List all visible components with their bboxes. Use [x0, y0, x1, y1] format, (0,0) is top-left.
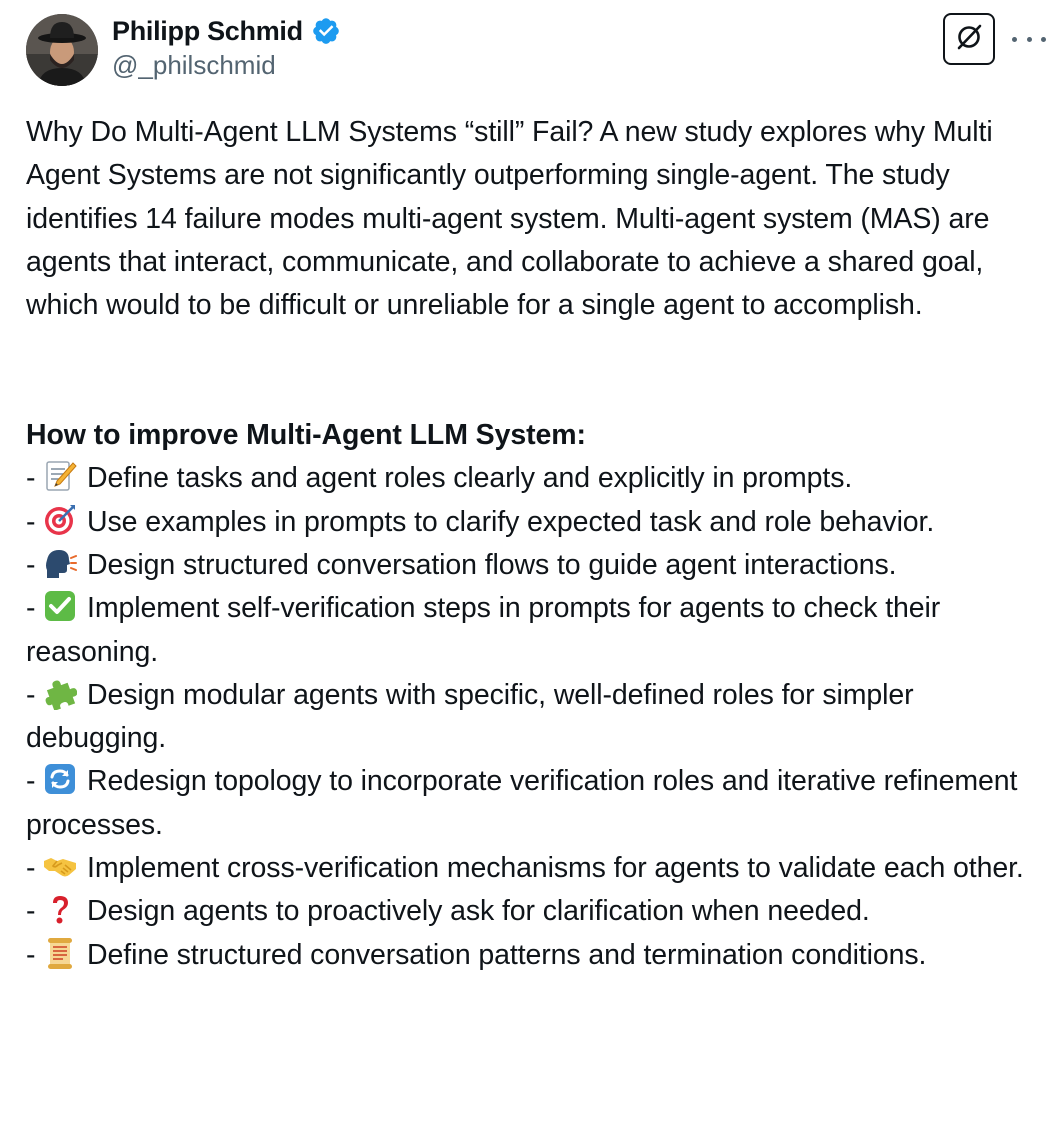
name-row: Philipp Schmid: [112, 14, 341, 48]
bullet-text: Use examples in prompts to clarify expec…: [87, 505, 935, 538]
bullet-item: - Redesign topology to incorporate verif…: [26, 760, 1056, 847]
bullet-text: Implement cross-verification mechanisms …: [87, 852, 1024, 885]
tweet-intro: Why Do Multi-Agent LLM Systems “still” F…: [26, 116, 993, 322]
display-name[interactable]: Philipp Schmid: [112, 16, 303, 47]
more-icon: [1012, 36, 1017, 42]
bullet-prefix: -: [26, 678, 44, 711]
bullet-prefix: -: [26, 852, 44, 885]
tweet-heading: How to improve Multi-Agent LLM System:: [26, 419, 586, 452]
bullet-item: - Use examples in prompts to clarify exp…: [26, 501, 1056, 544]
grok-button[interactable]: [943, 13, 995, 65]
handle[interactable]: @_philschmid: [112, 50, 276, 81]
refresh-arrows-icon: [43, 762, 77, 796]
verified-badge-icon: [311, 16, 341, 46]
bullet-item: - Implement self-verification steps in p…: [26, 587, 1056, 674]
bullet-text: Redesign topology to incorporate verific…: [26, 765, 1018, 841]
bullet-item: - Design modular agents with specific, w…: [26, 674, 1056, 761]
more-options-button[interactable]: [1012, 26, 1046, 52]
memo-icon: [43, 459, 77, 493]
handshake-icon: [43, 849, 77, 883]
more-icon-dot: [1026, 36, 1032, 42]
bullet-prefix: -: [26, 938, 44, 971]
target-icon: [43, 503, 77, 537]
check-mark-icon: [43, 589, 77, 623]
bullet-text: Design agents to proactively ask for cla…: [87, 895, 870, 928]
bullet-prefix: -: [26, 592, 44, 625]
speaking-head-icon: [43, 546, 78, 580]
bullet-text: Implement self-verification steps in pro…: [26, 592, 941, 668]
bullet-prefix: -: [26, 548, 44, 581]
more-icon-dot: [1041, 36, 1046, 42]
bullet-text: Design modular agents with specific, wel…: [26, 678, 914, 755]
question-mark-icon: [43, 892, 77, 926]
bullet-item: - Design agents to proactively ask for c…: [26, 890, 1056, 933]
bullet-item: - Define tasks and agent roles clearly a…: [26, 457, 1056, 500]
bullet-item: - Define structured conversation pattern…: [26, 934, 1056, 977]
scroll-icon: [43, 936, 77, 970]
puzzle-piece-icon: [43, 676, 78, 710]
grok-icon: [954, 22, 984, 57]
bullet-item: - Implement cross-verification mechanism…: [26, 847, 1056, 890]
bullet-text: Define tasks and agent roles clearly and…: [87, 462, 853, 495]
avatar[interactable]: [26, 14, 98, 86]
bullet-text: Define structured conversation patterns …: [87, 938, 927, 971]
bullet-prefix: -: [26, 895, 44, 928]
bullet-item: - Design structured conversation flows t…: [26, 544, 1056, 587]
bullet-prefix: -: [26, 505, 44, 538]
tweet: Philipp Schmid @_philschmid Why Do Multi…: [0, 0, 1064, 1124]
bullet-text: Design structured conversation flows to …: [87, 548, 897, 581]
avatar-image: [26, 14, 98, 86]
bullet-prefix: -: [26, 462, 44, 495]
bullet-prefix: -: [26, 765, 44, 798]
tweet-text: Why Do Multi-Agent LLM Systems “still” F…: [26, 111, 1056, 977]
